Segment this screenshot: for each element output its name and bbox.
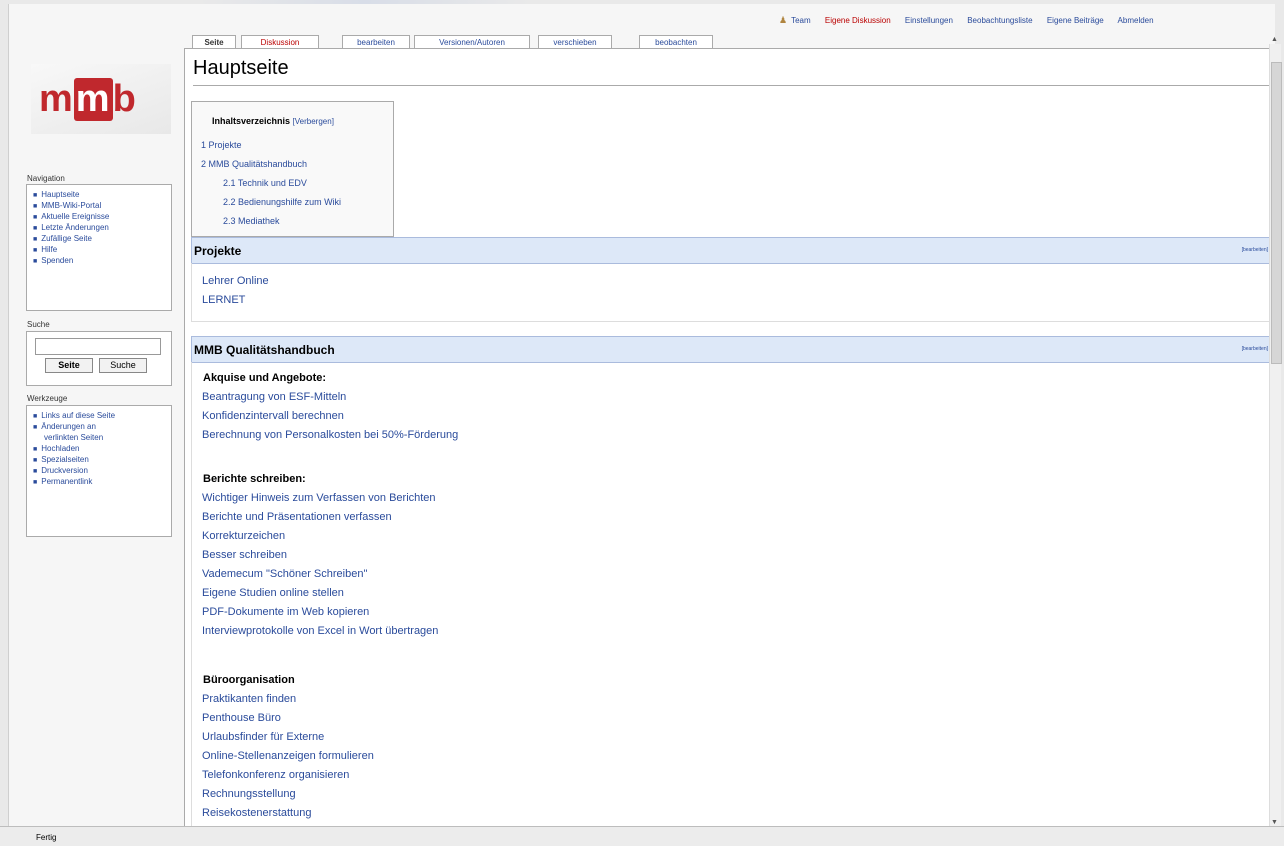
group-heading-buero: Büroorganisation: [203, 674, 295, 686]
search-button[interactable]: Suche: [99, 358, 147, 373]
logout-link[interactable]: Abmelden: [1118, 16, 1154, 25]
tools-portlet: ■ Links auf diese Seite ■ Änderungen an ve…: [26, 405, 172, 537]
tool-item-changes[interactable]: ■ Änderungen an: [33, 421, 171, 432]
status-text: Fertig: [36, 833, 57, 842]
list-item[interactable]: Vademecum "Schöner Schreiben": [202, 568, 367, 580]
scroll-thumb[interactable]: [1271, 62, 1282, 364]
navigation-portlet: ■ Hauptseite ■ MMB-Wiki-Portal ■ Aktuelle E…: [26, 184, 172, 311]
table-of-contents: Inhaltsverzeichnis [Verbergen] 1 Projekt…: [191, 101, 394, 237]
list-item[interactable]: Praktikanten finden: [202, 693, 296, 705]
site-logo[interactable]: mmb: [31, 64, 171, 134]
link-lehrer-online[interactable]: Lehrer Online: [202, 275, 269, 287]
browser-window: ♟ Team Eigene Diskussion Einstellungen Be…: [8, 4, 1279, 832]
toc-item-2-1[interactable]: 2.1 Technik und EDV: [223, 178, 307, 188]
nav-item-ereignisse[interactable]: ■ Aktuelle Ereignisse: [33, 211, 171, 222]
link-lernet[interactable]: LERNET: [202, 294, 245, 306]
tool-item-print[interactable]: ■ Druckversion: [33, 465, 171, 476]
nav-item-aenderungen[interactable]: ■ Letzte Änderungen: [33, 222, 171, 233]
section-header-handbuch: MMB Qualitätshandbuch [bearbeiten]: [191, 336, 1271, 363]
edit-link-projekte[interactable]: [bearbeiten]: [1242, 247, 1268, 253]
toc-item-1[interactable]: 1 Projekte: [201, 140, 242, 150]
watchlist-link[interactable]: Beobachtungsliste: [967, 16, 1032, 25]
list-item[interactable]: Berichte und Präsentationen verfassen: [202, 511, 392, 523]
content-area: Hauptseite Inhaltsverzeichnis [Verbergen…: [184, 48, 1279, 832]
list-item[interactable]: Eigene Studien online stellen: [202, 587, 344, 599]
personal-tools: ♟ Team Eigene Diskussion Einstellungen Be…: [779, 15, 1247, 31]
group-heading-akquise: Akquise und Angebote:: [203, 372, 327, 384]
toc-item-2-2[interactable]: 2.2 Bedienungshilfe zum Wiki: [223, 197, 341, 207]
section-title-handbuch: MMB Qualitätshandbuch: [194, 343, 335, 357]
nav-item-spenden[interactable]: ■ Spenden: [33, 255, 171, 266]
toc-toggle-link[interactable]: [Verbergen]: [293, 117, 334, 126]
edit-link-handbuch[interactable]: [bearbeiten]: [1242, 346, 1268, 352]
talk-link[interactable]: Eigene Diskussion: [825, 16, 891, 25]
list-item[interactable]: Reisekostenerstattung: [202, 807, 311, 819]
list-item[interactable]: Beantragung von ESF-Mitteln: [202, 391, 346, 403]
title-divider: [193, 85, 1270, 86]
status-bar: Fertig: [0, 826, 1284, 846]
list-item[interactable]: Wichtiger Hinweis zum Verfassen von Beri…: [202, 492, 436, 504]
list-item[interactable]: Penthouse Büro: [202, 712, 281, 724]
list-item[interactable]: Konfidenzintervall berechnen: [202, 410, 344, 422]
scroll-up-icon[interactable]: ▲: [1271, 36, 1278, 43]
tool-item-permalink[interactable]: ■ Permanentlink: [33, 476, 171, 487]
tool-item-special[interactable]: ■ Spezialseiten: [33, 454, 171, 465]
search-input[interactable]: [35, 338, 161, 355]
section-body-projekte: [191, 263, 1271, 322]
list-item[interactable]: Korrekturzeichen: [202, 530, 285, 542]
preferences-link[interactable]: Einstellungen: [905, 16, 953, 25]
group-heading-berichte: Berichte schreiben:: [203, 473, 306, 485]
scroll-down-icon[interactable]: ▼: [1271, 819, 1278, 826]
logo-text: mmb: [39, 78, 137, 121]
list-item[interactable]: Online-Stellenanzeigen formulieren: [202, 750, 374, 762]
search-title: Suche: [27, 320, 50, 329]
list-item[interactable]: Urlaubsfinder für Externe: [202, 731, 324, 743]
nav-item-portal[interactable]: ■ MMB-Wiki-Portal: [33, 200, 171, 211]
search-portlet: Seite Suche: [26, 331, 172, 386]
user-link[interactable]: Team: [791, 16, 811, 25]
nav-item-hauptseite[interactable]: ■ Hauptseite: [33, 189, 171, 200]
list-item[interactable]: Besser schreiben: [202, 549, 287, 561]
navigation-title: Navigation: [27, 174, 65, 183]
nav-item-zufall[interactable]: ■ Zufällige Seite: [33, 233, 171, 244]
list-item[interactable]: Interviewprotokolle von Excel in Wort üb…: [202, 625, 438, 637]
vertical-scrollbar[interactable]: ▲ ▼: [1269, 36, 1282, 826]
list-item[interactable]: Berechnung von Personalkosten bei 50%-Fö…: [202, 429, 458, 441]
toc-item-2[interactable]: 2 MMB Qualitätshandbuch: [201, 159, 307, 169]
go-button[interactable]: Seite: [45, 358, 93, 373]
list-item[interactable]: PDF-Dokumente im Web kopieren: [202, 606, 369, 618]
tool-item-changes-cont[interactable]: verlinkten Seiten: [33, 432, 171, 443]
tool-item-links[interactable]: ■ Links auf diese Seite: [33, 410, 171, 421]
page-title: Hauptseite: [193, 57, 289, 79]
list-item[interactable]: Rechnungsstellung: [202, 788, 296, 800]
contributions-link[interactable]: Eigene Beiträge: [1047, 16, 1104, 25]
tool-item-upload[interactable]: ■ Hochladen: [33, 443, 171, 454]
toc-item-2-3[interactable]: 2.3 Mediathek: [223, 216, 280, 226]
section-title-projekte: Projekte: [194, 244, 242, 258]
nav-item-hilfe[interactable]: ■ Hilfe: [33, 244, 171, 255]
list-item[interactable]: Telefonkonferenz organisieren: [202, 769, 349, 781]
section-header-projekte: Projekte [bearbeiten]: [191, 237, 1271, 264]
tools-title: Werkzeuge: [27, 394, 68, 403]
toc-title: Inhaltsverzeichnis [Verbergen]: [212, 116, 334, 126]
user-icon: ♟: [779, 15, 788, 25]
